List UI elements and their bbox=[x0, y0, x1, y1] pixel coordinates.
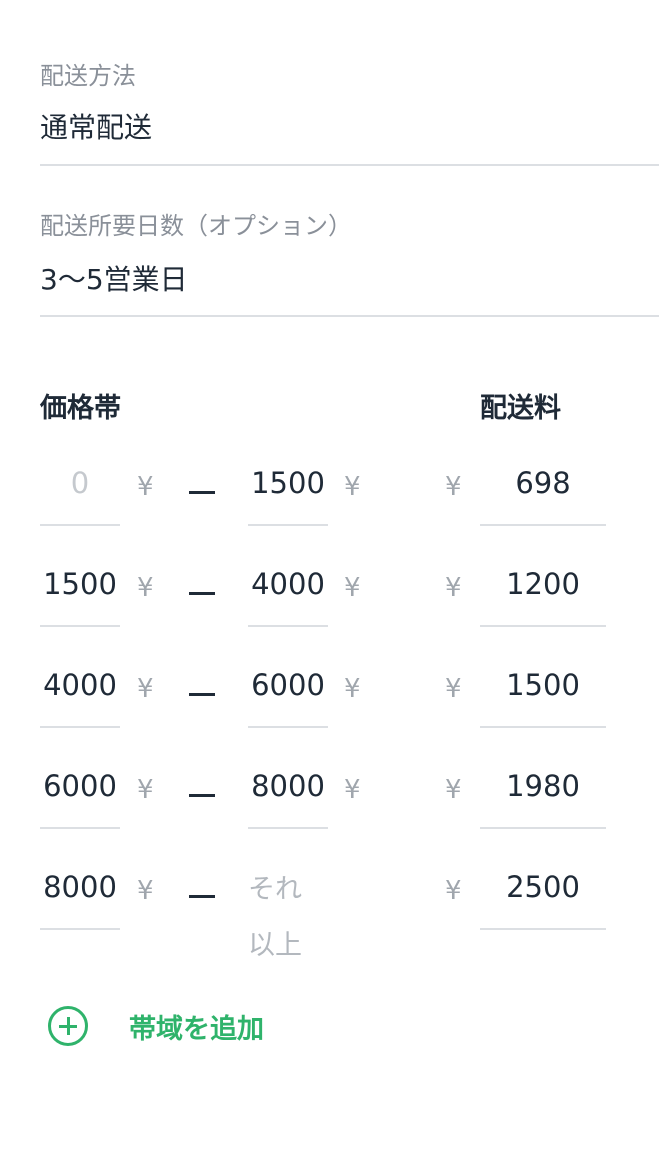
shipping-rate-form: 配送方法 通常配送 配送所要日数（オプション） 3〜5営業日 価格帯 配送料 0… bbox=[0, 0, 659, 1173]
yen-symbol: ¥ bbox=[445, 775, 462, 805]
shipping-method-label: 配送方法 bbox=[40, 62, 136, 90]
price-band-row: 6000 ¥ 8000 ¥ ¥ 1980 bbox=[0, 749, 659, 850]
yen-symbol: ¥ bbox=[344, 674, 361, 704]
yen-symbol: ¥ bbox=[137, 775, 154, 805]
range-dash bbox=[189, 693, 215, 696]
shipping-fee-input[interactable]: 1980 bbox=[480, 749, 606, 829]
yen-symbol: ¥ bbox=[137, 573, 154, 603]
delivery-days-field[interactable]: 配送所要日数（オプション） 3〜5営業日 bbox=[40, 166, 659, 317]
range-dash bbox=[189, 794, 215, 797]
price-band-list: 0 ¥ 1500 ¥ ¥ 698 1500 ¥ 4000 ¥ ¥ 1200 40… bbox=[0, 446, 659, 961]
price-band-row: 1500 ¥ 4000 ¥ ¥ 1200 bbox=[0, 547, 659, 648]
min-price-input[interactable]: 4000 bbox=[40, 648, 120, 728]
delivery-days-input[interactable]: 3〜5営業日 bbox=[40, 258, 188, 298]
max-price-input[interactable]: それ以上 bbox=[248, 850, 328, 980]
min-price-input[interactable]: 6000 bbox=[40, 749, 120, 829]
price-band-row: 8000 ¥ それ以上 ¥ 2500 bbox=[0, 850, 659, 961]
yen-symbol: ¥ bbox=[445, 674, 462, 704]
shipping-method-input[interactable]: 通常配送 bbox=[40, 106, 152, 146]
yen-symbol: ¥ bbox=[445, 573, 462, 603]
shipping-fee-input[interactable]: 2500 bbox=[480, 850, 606, 930]
yen-symbol: ¥ bbox=[445, 876, 462, 906]
max-price-input[interactable]: 1500 bbox=[248, 446, 328, 526]
add-band-button[interactable]: 帯域を追加 bbox=[48, 1004, 264, 1048]
yen-symbol: ¥ bbox=[137, 674, 154, 704]
shipping-fee-input[interactable]: 698 bbox=[480, 446, 606, 526]
shipping-fee-input[interactable]: 1200 bbox=[480, 547, 606, 627]
max-price-input[interactable]: 8000 bbox=[248, 749, 328, 829]
range-dash bbox=[189, 895, 215, 898]
shipping-fee-input[interactable]: 1500 bbox=[480, 648, 606, 728]
yen-symbol: ¥ bbox=[137, 472, 154, 502]
price-range-header: 価格帯 bbox=[40, 393, 121, 424]
yen-symbol: ¥ bbox=[344, 573, 361, 603]
plus-circle-icon[interactable] bbox=[48, 1006, 88, 1046]
shipping-method-field[interactable]: 配送方法 通常配送 bbox=[40, 0, 659, 166]
yen-symbol: ¥ bbox=[344, 472, 361, 502]
add-band-label[interactable]: 帯域を追加 bbox=[129, 1007, 264, 1046]
min-price-input[interactable]: 0 bbox=[40, 446, 120, 526]
yen-symbol: ¥ bbox=[344, 775, 361, 805]
min-price-input[interactable]: 8000 bbox=[40, 850, 120, 930]
max-price-input[interactable]: 4000 bbox=[248, 547, 328, 627]
yen-symbol: ¥ bbox=[445, 472, 462, 502]
yen-symbol: ¥ bbox=[137, 876, 154, 906]
max-price-input[interactable]: 6000 bbox=[248, 648, 328, 728]
price-band-row: 4000 ¥ 6000 ¥ ¥ 1500 bbox=[0, 648, 659, 749]
range-dash bbox=[189, 592, 215, 595]
delivery-days-label: 配送所要日数（オプション） bbox=[40, 212, 352, 240]
shipping-fee-header: 配送料 bbox=[480, 393, 561, 424]
range-dash bbox=[189, 491, 215, 494]
min-price-input[interactable]: 1500 bbox=[40, 547, 120, 627]
price-band-row: 0 ¥ 1500 ¥ ¥ 698 bbox=[0, 446, 659, 547]
